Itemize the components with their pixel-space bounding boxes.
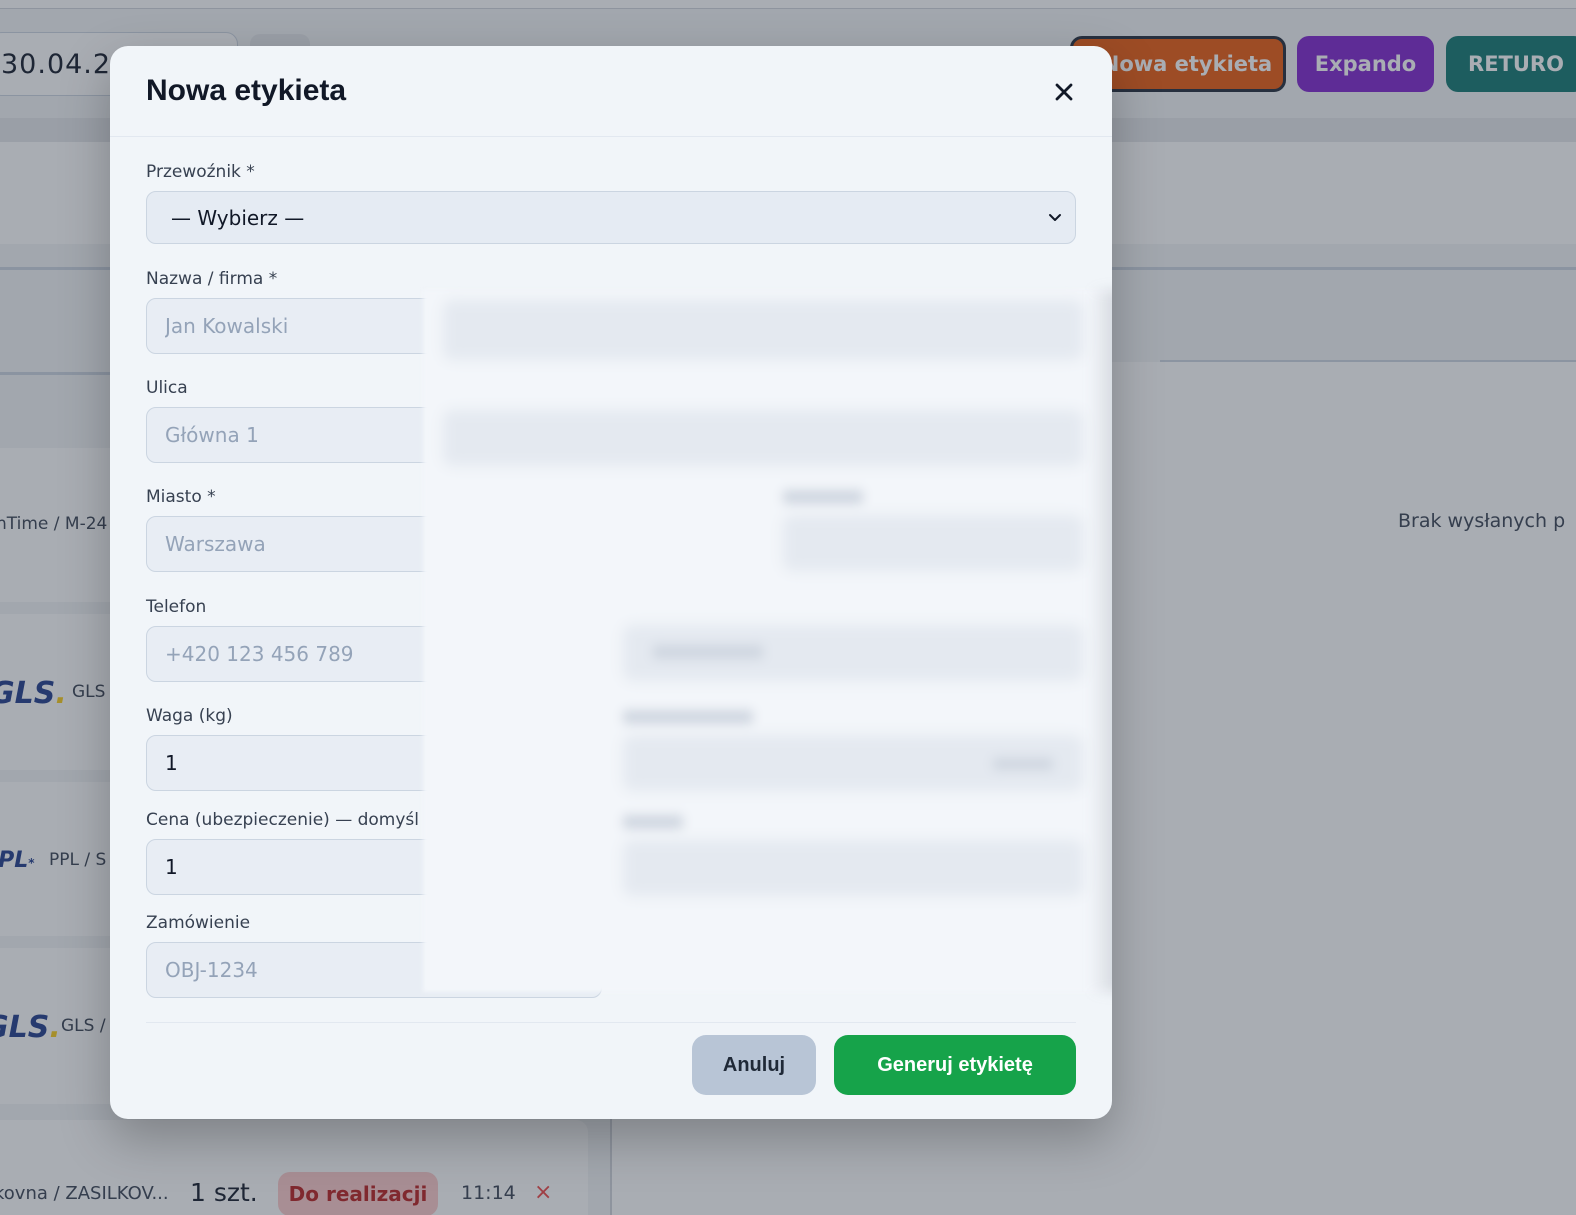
city-label: Miasto * xyxy=(146,487,216,507)
blur-edge xyxy=(1090,290,1112,992)
cancel-button[interactable]: Anuluj xyxy=(692,1035,816,1095)
street-label: Ulica xyxy=(146,378,188,398)
phone-label: Telefon xyxy=(146,597,207,617)
weight-label: Waga (kg) xyxy=(146,706,233,726)
carrier-label: Przewoźnik * xyxy=(146,162,255,182)
price-label: Cena (ubezpieczenie) — domyśl xyxy=(146,810,419,830)
carrier-select-value: — Wybierz — xyxy=(171,205,305,230)
new-label-modal: Nowa etykieta Przewoźnik * — Wybierz — N… xyxy=(110,46,1112,1119)
close-icon xyxy=(1055,83,1073,101)
chevron-down-icon xyxy=(1049,214,1061,221)
carrier-select[interactable]: — Wybierz — xyxy=(146,191,1076,244)
generate-label-button[interactable]: Generuj etykietę xyxy=(834,1035,1076,1095)
modal-title: Nowa etykieta xyxy=(146,74,347,107)
footer-divider xyxy=(146,1022,1076,1023)
close-button[interactable] xyxy=(1046,74,1082,110)
name-label: Nazwa / firma * xyxy=(146,269,278,289)
order-label: Zamówienie xyxy=(146,913,251,933)
blurred-region xyxy=(423,290,1112,992)
modal-header: Nowa etykieta xyxy=(110,46,1112,137)
